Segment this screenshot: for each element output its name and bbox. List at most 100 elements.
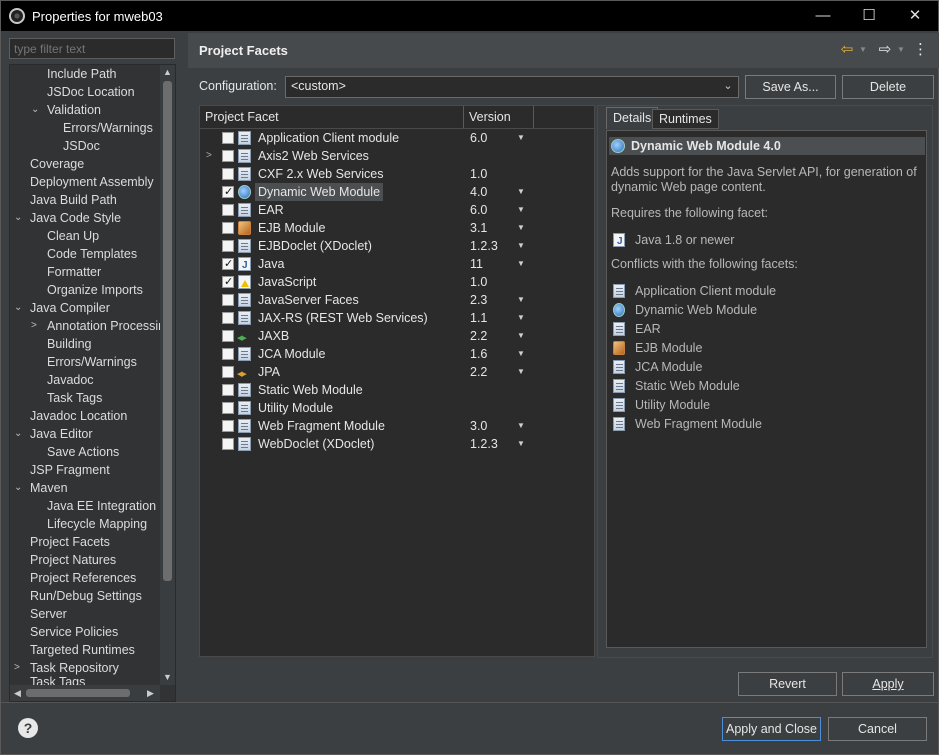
- version-dropdown-icon[interactable]: ▼: [517, 129, 525, 147]
- sidebar-item[interactable]: Errors/Warnings: [10, 119, 160, 137]
- scroll-up-icon[interactable]: ▲: [160, 65, 175, 80]
- version-dropdown-icon[interactable]: ▼: [517, 363, 525, 381]
- sidebar-item[interactable]: Formatter: [10, 263, 160, 281]
- facet-row[interactable]: EAR 6.0 ▼: [200, 201, 594, 219]
- sidebar-item[interactable]: ⌄ Java Code Style: [10, 209, 160, 227]
- sidebar-item[interactable]: ⌄ Validation: [10, 101, 160, 119]
- back-menu-icon[interactable]: ▼: [858, 39, 868, 61]
- version-dropdown-icon[interactable]: ▼: [517, 435, 525, 453]
- apply-button[interactable]: Apply: [842, 672, 934, 696]
- sidebar-item[interactable]: Project References: [10, 569, 160, 587]
- forward-icon[interactable]: ⇨: [876, 39, 894, 61]
- facet-row[interactable]: EJB Module 3.1 ▼: [200, 219, 594, 237]
- sidebar-item[interactable]: Task Tags: [10, 389, 160, 407]
- facet-row[interactable]: JavaServer Faces 2.3 ▼: [200, 291, 594, 309]
- apply-and-close-button[interactable]: Apply and Close: [722, 717, 821, 741]
- minimize-button[interactable]: —: [800, 1, 846, 31]
- facet-checkbox[interactable]: [222, 204, 234, 216]
- chevron-down-icon[interactable]: ⌄: [14, 209, 24, 227]
- revert-button[interactable]: Revert: [738, 672, 837, 696]
- version-dropdown-icon[interactable]: ▼: [517, 219, 525, 237]
- sidebar-item[interactable]: Server: [10, 605, 160, 623]
- sidebar-item[interactable]: JSDoc Location: [10, 83, 160, 101]
- version-dropdown-icon[interactable]: ▼: [517, 309, 525, 327]
- sidebar-item[interactable]: Deployment Assembly: [10, 173, 160, 191]
- version-dropdown-icon[interactable]: ▼: [517, 291, 525, 309]
- sidebar-item[interactable]: > Annotation Processin: [10, 317, 160, 335]
- facet-row[interactable]: CXF 2.x Web Services 1.0: [200, 165, 594, 183]
- facet-row[interactable]: JPA 2.2 ▼: [200, 363, 594, 384]
- sidebar-item[interactable]: Task Tags: [10, 673, 160, 685]
- sidebar-item[interactable]: Service Policies: [10, 623, 160, 641]
- forward-menu-icon[interactable]: ▼: [896, 39, 906, 61]
- sidebar-item[interactable]: Organize Imports: [10, 281, 160, 299]
- facet-version[interactable]: 11: [470, 255, 483, 273]
- facet-version[interactable]: 3.0: [470, 417, 487, 435]
- facet-row[interactable]: JAX-RS (REST Web Services) 1.1 ▼: [200, 309, 594, 327]
- facet-checkbox[interactable]: [222, 294, 234, 306]
- facet-row[interactable]: Web Fragment Module 3.0 ▼: [200, 417, 594, 435]
- facet-version[interactable]: 4.0: [470, 183, 487, 201]
- sidebar-item[interactable]: Project Facets: [10, 533, 160, 551]
- sidebar-item[interactable]: Lifecycle Mapping: [10, 515, 160, 533]
- facet-checkbox[interactable]: [222, 348, 234, 360]
- sidebar-item[interactable]: Include Path: [10, 65, 160, 83]
- configuration-combo[interactable]: <custom> ⌄: [285, 76, 739, 98]
- facet-version[interactable]: 3.1: [470, 219, 487, 237]
- chevron-right-icon[interactable]: >: [31, 317, 41, 335]
- sidebar-item[interactable]: Code Templates: [10, 245, 160, 263]
- chevron-down-icon[interactable]: ⌄: [14, 479, 24, 497]
- back-icon[interactable]: ⇦: [838, 39, 856, 61]
- facet-version[interactable]: 1.2.3: [470, 435, 498, 453]
- sidebar-item[interactable]: ⌄ Java Editor: [10, 425, 160, 443]
- facet-checkbox[interactable]: [222, 402, 234, 414]
- version-dropdown-icon[interactable]: ▼: [517, 237, 525, 255]
- facet-version[interactable]: 2.3: [470, 291, 487, 309]
- sidebar-item[interactable]: Javadoc: [10, 371, 160, 389]
- chevron-down-icon[interactable]: ⌄: [31, 101, 41, 119]
- hscroll-thumb[interactable]: [26, 689, 130, 697]
- facet-checkbox[interactable]: [222, 240, 234, 252]
- version-dropdown-icon[interactable]: ▼: [517, 327, 525, 345]
- facet-row[interactable]: Java 11 ▼: [200, 255, 594, 275]
- facet-checkbox[interactable]: [222, 438, 234, 450]
- facet-version[interactable]: 1.6: [470, 345, 487, 363]
- cancel-button[interactable]: Cancel: [828, 717, 927, 741]
- facet-version[interactable]: 6.0: [470, 129, 487, 147]
- maximize-button[interactable]: ☐: [846, 1, 892, 31]
- facet-row[interactable]: Utility Module: [200, 399, 594, 417]
- facet-version[interactable]: 1.0: [470, 165, 487, 183]
- sidebar-item[interactable]: Clean Up: [10, 227, 160, 245]
- facet-checkbox[interactable]: [222, 168, 234, 180]
- facet-checkbox[interactable]: [222, 255, 234, 273]
- sidebar-item[interactable]: JSDoc: [10, 137, 160, 155]
- sidebar-item[interactable]: Building: [10, 335, 160, 353]
- column-header-version[interactable]: Version: [464, 106, 534, 128]
- scroll-left-icon[interactable]: ◀: [10, 685, 25, 701]
- sidebar-item[interactable]: Save Actions: [10, 443, 160, 461]
- facet-version[interactable]: 1.0: [470, 273, 487, 291]
- chevron-right-icon[interactable]: >: [206, 147, 212, 165]
- sidebar-item[interactable]: Run/Debug Settings: [10, 587, 160, 605]
- filter-input[interactable]: [9, 38, 175, 59]
- facet-row[interactable]: WebDoclet (XDoclet) 1.2.3 ▼: [200, 435, 594, 453]
- sidebar-item[interactable]: Targeted Runtimes: [10, 641, 160, 659]
- facet-version[interactable]: 6.0: [470, 201, 487, 219]
- facet-checkbox[interactable]: [222, 366, 234, 378]
- facet-row[interactable]: > Axis2 Web Services: [200, 147, 594, 165]
- scroll-down-icon[interactable]: ▼: [160, 670, 175, 685]
- help-icon[interactable]: ?: [18, 718, 38, 738]
- facet-checkbox[interactable]: [222, 183, 234, 201]
- facet-checkbox[interactable]: [222, 384, 234, 396]
- facet-checkbox[interactable]: [222, 273, 234, 291]
- sidebar-item[interactable]: Java Build Path: [10, 191, 160, 209]
- version-dropdown-icon[interactable]: ▼: [517, 255, 525, 273]
- sidebar-item[interactable]: Project Natures: [10, 551, 160, 569]
- facet-checkbox[interactable]: [222, 150, 234, 162]
- sidebar-item[interactable]: ⌄ Java Compiler: [10, 299, 160, 317]
- sidebar-item[interactable]: Java EE Integration: [10, 497, 160, 515]
- save-as-button[interactable]: Save As...: [745, 75, 836, 99]
- facet-version[interactable]: 2.2: [470, 363, 487, 381]
- facet-version[interactable]: 1.1: [470, 309, 487, 327]
- view-menu-icon[interactable]: ⋮: [913, 39, 928, 61]
